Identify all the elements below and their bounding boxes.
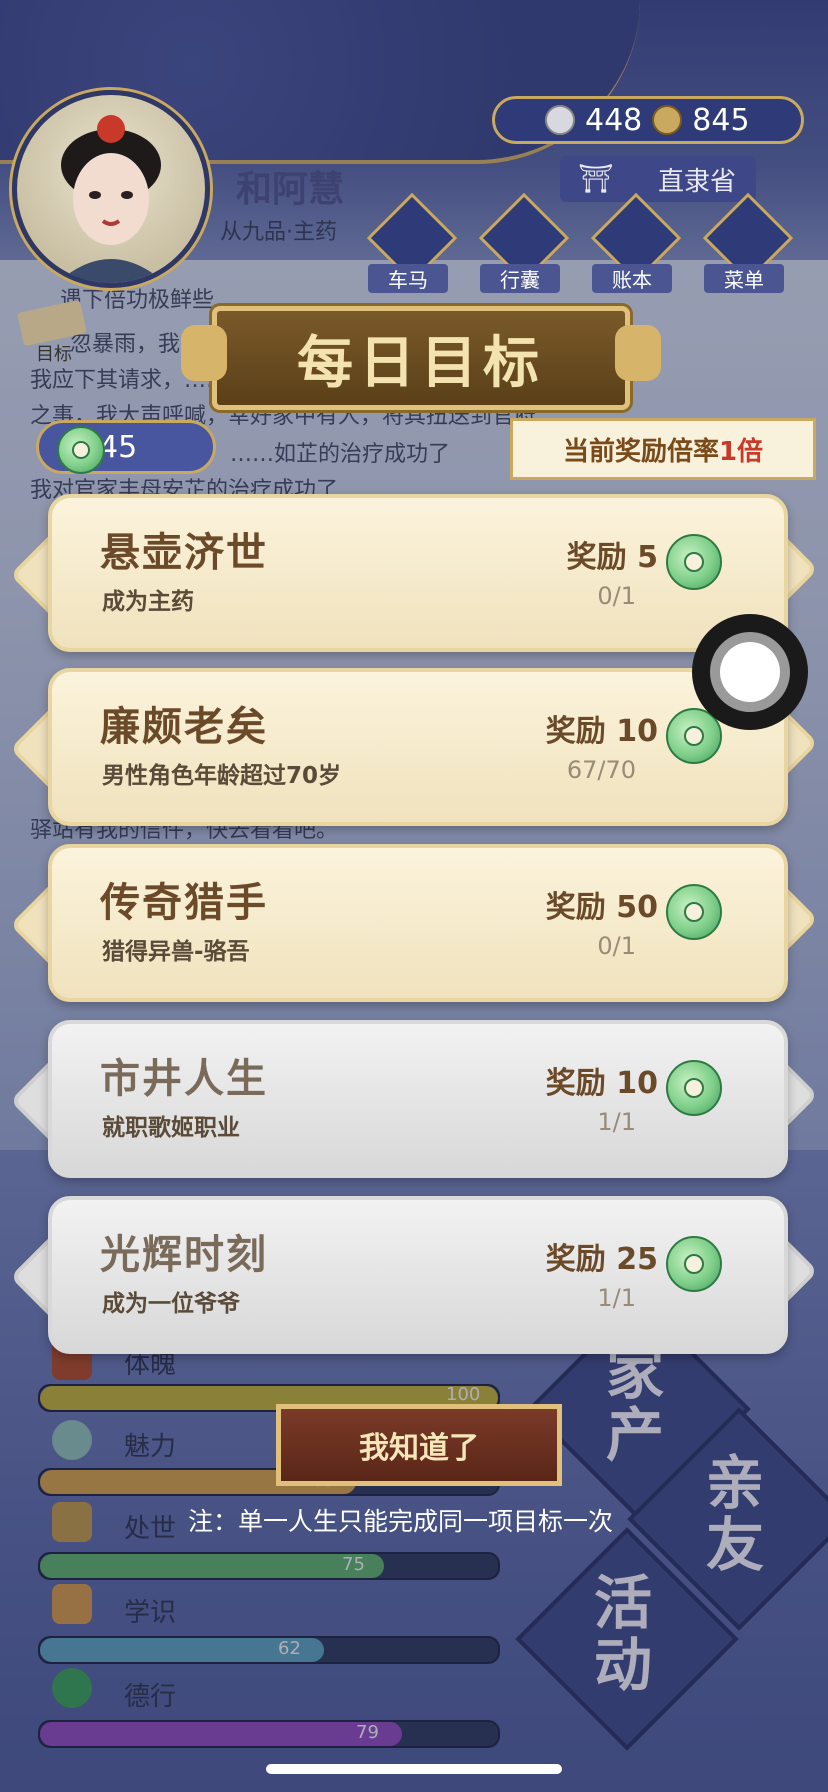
- floating-record-button[interactable]: [692, 614, 808, 730]
- record-dot: [720, 642, 780, 702]
- portrait-image: [57, 115, 165, 283]
- jade-icon: [666, 1236, 722, 1292]
- goal-title: 市井人生: [100, 1056, 268, 1102]
- nav-carriage[interactable]: 车马: [366, 192, 458, 293]
- goal-subtitle: 猎得异兽-骆吾: [102, 939, 250, 965]
- copper-amount: 845: [692, 102, 750, 138]
- home-indicator[interactable]: [266, 1764, 562, 1774]
- currency-bar[interactable]: 448 845: [492, 96, 804, 144]
- nav-bag[interactable]: 行囊: [478, 192, 570, 293]
- goal-subtitle: 成为主药: [102, 589, 194, 615]
- goal-subtitle: 就职歌姬职业: [102, 1115, 240, 1141]
- dialog-title-plaque: 每日目标: [181, 306, 661, 410]
- nav-label: 行囊: [480, 264, 560, 293]
- goal-subtitle: 成为一位爷爷: [102, 1291, 240, 1317]
- confirm-button[interactable]: 我知道了: [276, 1404, 562, 1486]
- goal-card-completed[interactable]: 市井人生 就职歌姬职业 奖励 10 1/1: [9, 1020, 819, 1178]
- dialog-title: 每日目标: [297, 330, 545, 396]
- reward-multiplier-badge: 当前奖励倍率 1倍: [510, 418, 816, 480]
- region-badge[interactable]: ⛩ 直隶省: [560, 156, 756, 202]
- goal-reward: 奖励 10: [545, 714, 658, 749]
- avatar[interactable]: [12, 90, 210, 288]
- goal-title: 传奇猎手: [100, 880, 268, 926]
- goal-progress: 1/1: [597, 1108, 636, 1136]
- character-rank: 从九品·主药: [220, 220, 337, 245]
- nav-label: 车马: [368, 264, 448, 293]
- goal-reward: 奖励 5: [566, 540, 658, 575]
- region-name: 直隶省: [657, 166, 736, 197]
- goal-subtitle: 男性角色年龄超过70岁: [102, 763, 342, 789]
- goal-label: 目标: [36, 344, 72, 365]
- goal-reward: 奖励 50: [545, 890, 658, 925]
- silver-ingot-icon: [545, 105, 575, 135]
- silver-amount: 448: [585, 102, 643, 138]
- goal-progress: 67/70: [566, 756, 636, 784]
- multiplier-label: 当前奖励倍率: [562, 436, 719, 467]
- copper-coin-icon: [652, 105, 683, 135]
- goal-card[interactable]: 悬壶济世 成为主药 奖励 5 0/1: [9, 494, 819, 652]
- ornament: [615, 325, 661, 381]
- dialog-note: 注：单一人生只能完成同一项目标一次: [188, 1507, 614, 1536]
- goal-progress: 0/1: [597, 582, 636, 610]
- jade-icon: [666, 1060, 722, 1116]
- goal-card[interactable]: 传奇猎手 猎得异兽-骆吾 奖励 50 0/1: [9, 844, 819, 1002]
- goal-reward: 奖励 25: [545, 1242, 658, 1277]
- goal-title: 悬壶济世: [100, 530, 268, 576]
- nav-label: 菜单: [704, 264, 784, 293]
- character-name: 和阿慧: [236, 169, 345, 210]
- jade-counter: 45: [36, 420, 216, 474]
- goal-card[interactable]: 廉颇老矣 男性角色年龄超过70岁 奖励 10 67/70: [9, 668, 819, 826]
- multiplier-value: 1倍: [718, 436, 764, 467]
- goal-card-completed[interactable]: 光辉时刻 成为一位爷爷 奖励 25 1/1: [9, 1196, 819, 1354]
- ornament: [181, 325, 227, 381]
- goal-title: 廉颇老矣: [100, 704, 268, 750]
- jade-icon: [666, 884, 722, 940]
- nav-ledger[interactable]: 账本: [590, 192, 682, 293]
- goal-progress: 1/1: [597, 1284, 636, 1312]
- jade-icon: [57, 426, 105, 474]
- nav-label: 账本: [592, 264, 672, 293]
- goal-progress: 0/1: [597, 932, 636, 960]
- goal-title: 光辉时刻: [100, 1232, 268, 1278]
- location-icon: ⛩: [578, 162, 614, 195]
- goal-reward: 奖励 10: [545, 1066, 658, 1101]
- jade-icon: [666, 534, 722, 590]
- nav-menu[interactable]: 菜单: [702, 192, 794, 293]
